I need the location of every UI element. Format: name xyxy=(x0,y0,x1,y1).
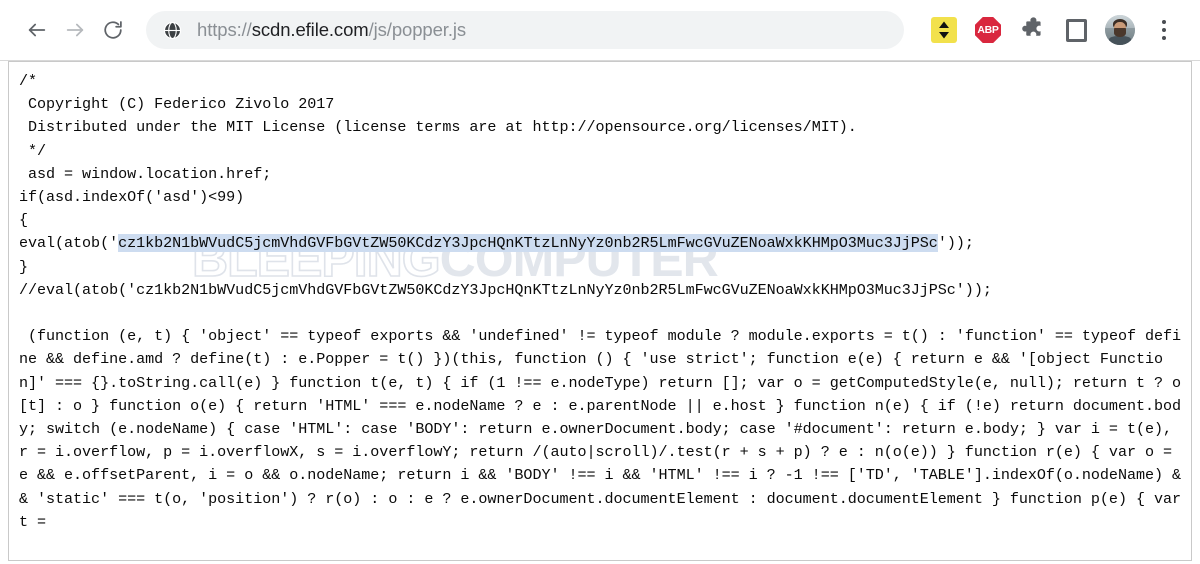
code-line-comment-open: /* xyxy=(19,72,38,90)
url-path: /js/popper.js xyxy=(368,19,467,40)
code-line-asd-assign: asd = window.location.href; xyxy=(19,164,272,183)
forward-button[interactable] xyxy=(56,11,94,49)
extensions-button[interactable] xyxy=(1010,8,1054,52)
code-line-if: if(asd.indexOf('asd')<99) xyxy=(19,188,245,207)
arrow-left-icon xyxy=(26,19,48,41)
adblock-plus-button[interactable]: ABP xyxy=(966,8,1010,52)
code-line-close-brace: } xyxy=(19,257,29,276)
address-bar-url: https://scdn.efile.com/js/popper.js xyxy=(197,19,466,41)
page-content: BLEEPINGCOMPUTER /* Copyright (C) Federi… xyxy=(8,61,1192,561)
code-line-comment-close: */ xyxy=(19,141,47,160)
globe-icon xyxy=(162,20,183,41)
avatar-icon xyxy=(1105,15,1135,45)
selected-base64-payload[interactable]: cz1kb2N1bWVudC5jcmVhdGVFbGVtZW50KCdzY3Jp… xyxy=(118,234,938,253)
source-code-view[interactable]: /* Copyright (C) Federico Zivolo 2017 Di… xyxy=(9,62,1191,534)
kebab-menu-icon xyxy=(1162,20,1166,40)
eval-suffix: ')); xyxy=(937,234,974,253)
url-scheme: https:// xyxy=(197,19,252,40)
code-popper-body: (function (e, t) { 'object' == typeof ex… xyxy=(19,327,1191,531)
code-line-license: Distributed under the MIT License (licen… xyxy=(19,118,857,137)
arrow-right-icon xyxy=(64,19,86,41)
puzzle-piece-icon xyxy=(1019,15,1045,46)
reload-icon xyxy=(102,19,124,41)
code-line-copyright: Copyright (C) Federico Zivolo 2017 xyxy=(19,95,335,114)
extension-updown-button[interactable] xyxy=(922,8,966,52)
profile-button[interactable] xyxy=(1098,8,1142,52)
more-menu-button[interactable] xyxy=(1142,8,1186,52)
reading-list-button[interactable] xyxy=(1054,8,1098,52)
reload-button[interactable] xyxy=(94,11,132,49)
address-bar[interactable]: https://scdn.efile.com/js/popper.js xyxy=(146,11,904,49)
url-host: scdn.efile.com xyxy=(251,19,369,40)
square-outline-icon xyxy=(1065,18,1087,42)
up-down-arrows-icon xyxy=(931,17,957,43)
eval-prefix: eval(atob(' xyxy=(19,234,119,253)
abp-label: ABP xyxy=(977,24,999,36)
code-line-commented-eval: //eval(atob('cz1kb2N1bWVudC5jcmVhdGVFbGV… xyxy=(19,280,992,299)
code-line-open-brace: { xyxy=(19,211,29,230)
browser-toolbar: https://scdn.efile.com/js/popper.js ABP xyxy=(0,0,1200,61)
toolbar-actions: ABP xyxy=(922,8,1186,52)
back-button[interactable] xyxy=(18,11,56,49)
abp-octagon-icon: ABP xyxy=(975,17,1001,43)
